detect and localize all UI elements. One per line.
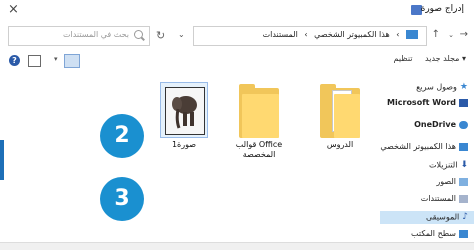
elephant-image: [165, 87, 205, 135]
new-folder-button[interactable]: مجلد جديد: [425, 54, 459, 63]
callout-badge-3: 3: [100, 177, 144, 221]
folder-icon: [320, 84, 360, 138]
sidebar-item-onedrive[interactable]: OneDrive: [414, 120, 468, 129]
breadcrumb-separator: ›: [396, 30, 400, 39]
search-icon: [134, 30, 143, 39]
sidebar-item-word[interactable]: Microsoft Word: [387, 98, 468, 107]
star-icon: ★: [459, 82, 468, 92]
change-view-icon[interactable]: [64, 54, 80, 68]
sidebar-item-documents[interactable]: المستندات: [421, 194, 468, 203]
address-path[interactable]: › هذا الكمبيوتر الشخصي › المستندات: [193, 26, 427, 46]
download-icon: ⬇: [460, 160, 468, 170]
search-box[interactable]: بحث في المستندات: [8, 26, 150, 46]
music-icon: ♪: [462, 212, 468, 222]
back-arrow-icon[interactable]: →: [460, 29, 468, 40]
navigation-pane: وصول سريع ★ Microsoft Word OneDrive هذا ا…: [378, 72, 474, 250]
file-item-image[interactable]: صورة1: [156, 82, 212, 150]
help-icon[interactable]: ?: [9, 55, 20, 66]
address-bar-row: بحث في المستندات ↻ ⌄ › هذا الكمبيوتر الش…: [0, 22, 474, 50]
command-bar: ? ▾ مجلد جديد تنظيم ▾: [0, 50, 474, 72]
word-icon: [459, 98, 468, 107]
file-item-lessons[interactable]: الدروس: [314, 84, 366, 150]
sidebar-item-quick-access[interactable]: وصول سريع ★: [416, 82, 468, 92]
computer-icon: [406, 30, 418, 39]
callout-badge-2: 2: [100, 114, 144, 158]
close-button[interactable]: ×: [8, 2, 19, 17]
view-dropdown-icon[interactable]: ▾: [54, 55, 58, 63]
image-thumbnail: [160, 82, 208, 138]
breadcrumb: › هذا الكمبيوتر الشخصي › المستندات: [261, 30, 420, 39]
pictures-icon: [459, 177, 468, 186]
refresh-icon[interactable]: ↻: [156, 29, 165, 42]
footer-strip: [0, 242, 474, 250]
up-arrow-icon[interactable]: ↑: [432, 29, 440, 40]
sidebar-item-desktop[interactable]: سطح المكتب: [411, 229, 468, 238]
recent-locations-icon[interactable]: ⌄: [448, 31, 454, 39]
breadcrumb-this-pc[interactable]: هذا الكمبيوتر الشخصي: [314, 30, 390, 39]
breadcrumb-documents[interactable]: المستندات: [263, 30, 298, 39]
sidebar-item-pictures[interactable]: الصور: [436, 177, 468, 186]
chevron-down-icon[interactable]: ⌄: [178, 30, 185, 39]
sidebar-item-downloads[interactable]: التنزيلات ⬇: [429, 160, 468, 170]
search-input[interactable]: بحث في المستندات: [63, 30, 129, 39]
documents-icon: [459, 194, 468, 203]
sidebar-item-this-pc[interactable]: هذا الكمبيوتر الشخصي: [380, 142, 468, 151]
file-list: الدروس قوالب Office المخصصة صورة1: [0, 72, 378, 250]
cloud-icon: [459, 120, 468, 129]
sidebar-item-music[interactable]: الموسيقى ♪: [426, 212, 468, 222]
window-edge-accent: [0, 140, 4, 180]
preview-pane-icon[interactable]: [28, 55, 41, 67]
pc-icon: [459, 142, 468, 151]
toolbar-actions: مجلد جديد تنظيم ▾: [384, 54, 466, 63]
title-bar: × إدراج صورة: [0, 0, 474, 22]
dialog-title: إدراج صورة: [420, 4, 464, 14]
folder-icon: [239, 84, 279, 138]
insert-picture-dialog: × إدراج صورة بحث في المستندات ↻ ⌄ › هذا …: [0, 0, 474, 250]
breadcrumb-separator: ›: [304, 30, 308, 39]
file-item-office-templates[interactable]: قوالب Office المخصصة: [226, 84, 292, 160]
desktop-icon: [459, 229, 468, 238]
